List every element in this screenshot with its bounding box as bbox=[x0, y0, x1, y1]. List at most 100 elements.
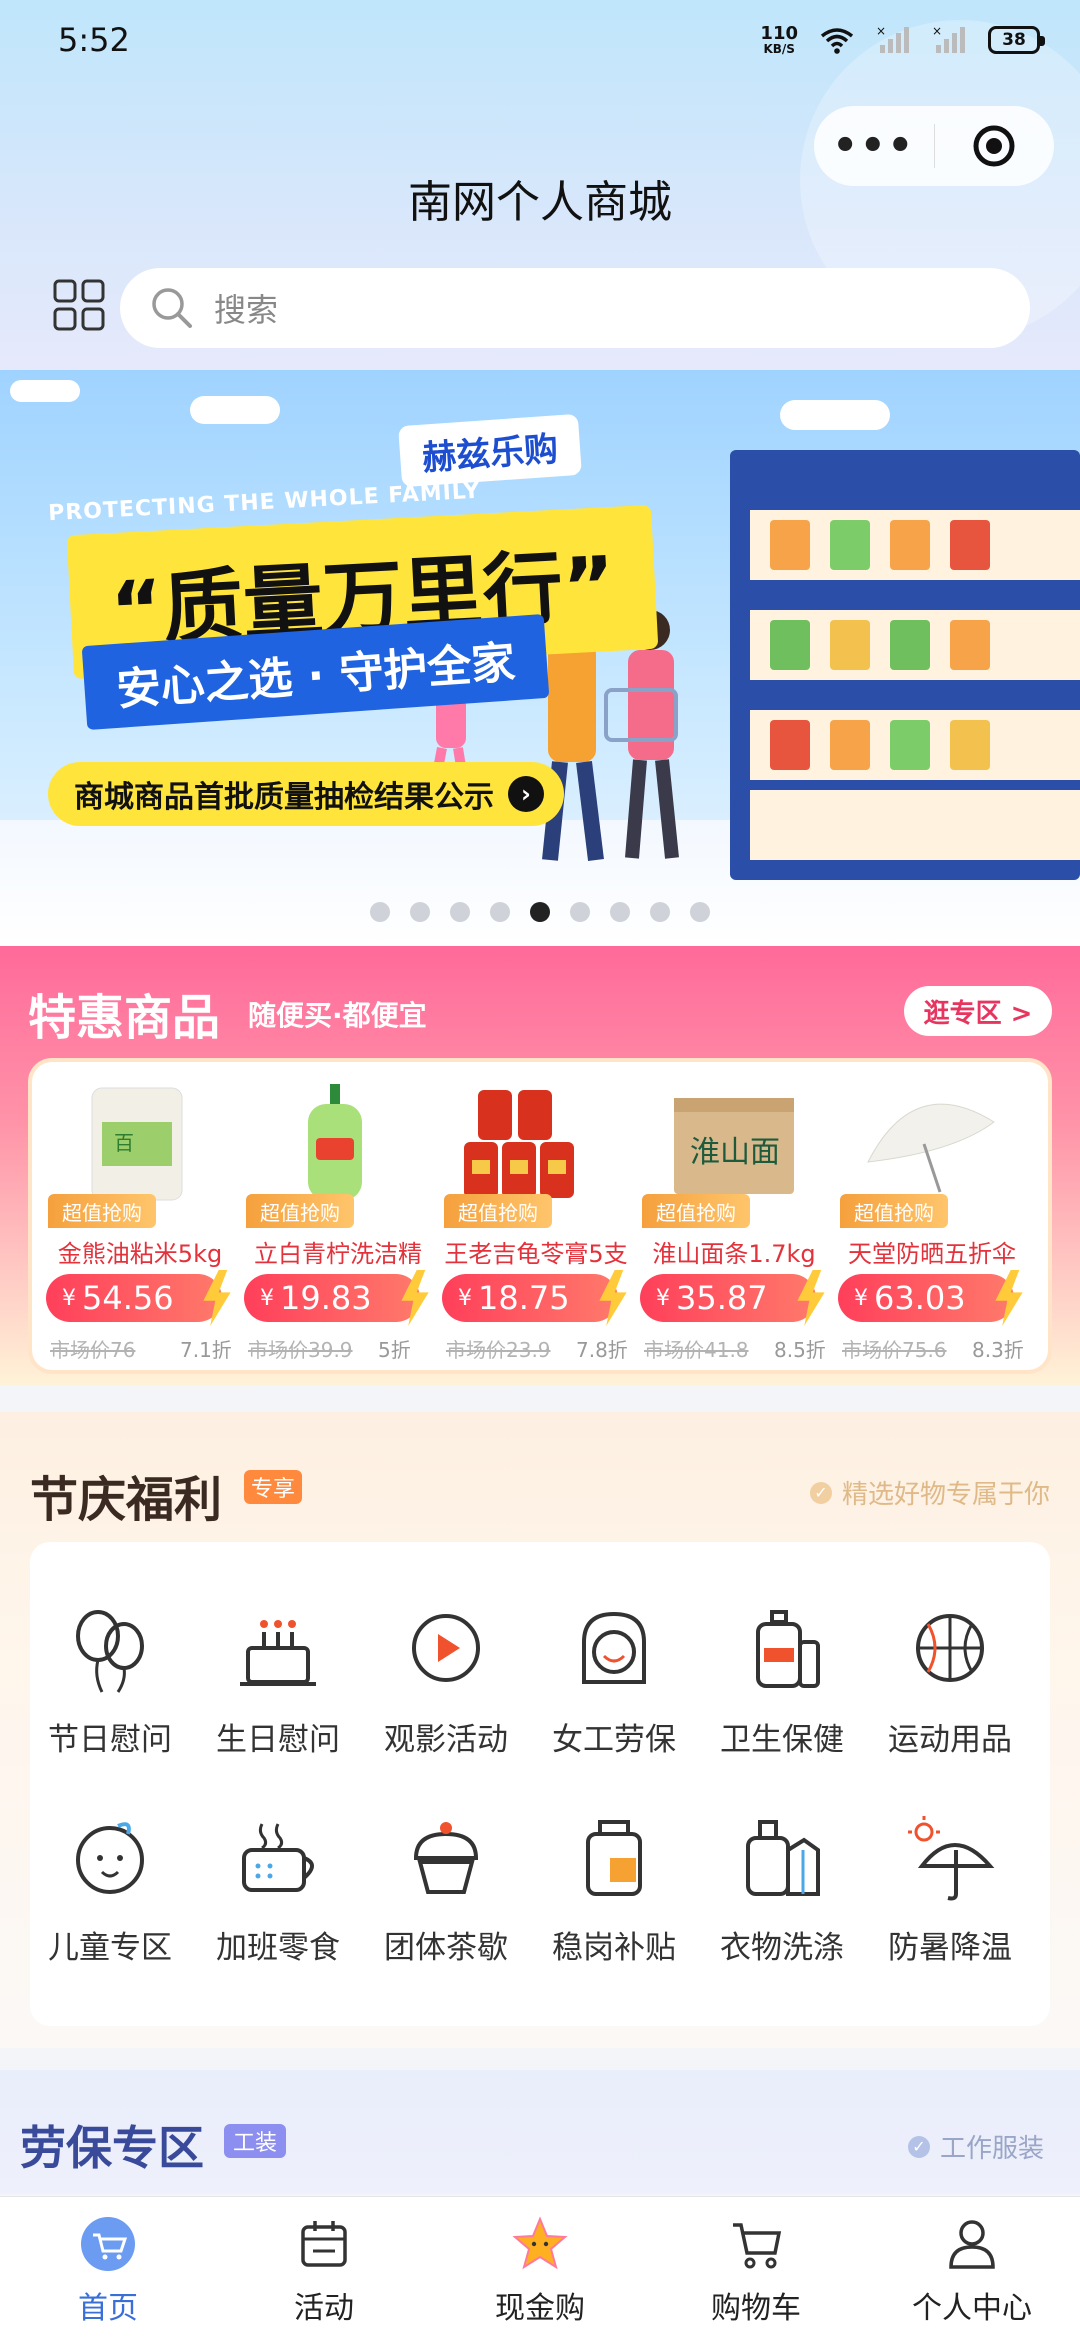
network-speed: 110 KB/S bbox=[760, 23, 798, 56]
discount-rate: 8.5折 bbox=[774, 1338, 826, 1362]
category-movie-activity[interactable]: 观影活动 bbox=[366, 1602, 526, 1772]
tab-activity[interactable]: 活动 bbox=[216, 2197, 432, 2340]
product-card[interactable]: 超值抢购 立白青柠洗洁精 ¥19.83 市场价39.9 5折 bbox=[238, 1062, 436, 1370]
pagination-dot[interactable] bbox=[450, 902, 470, 922]
category-festival-greetings[interactable]: 节日慰问 bbox=[30, 1602, 190, 1772]
signal-1-icon: × bbox=[876, 25, 909, 53]
balloons-icon bbox=[76, 1610, 144, 1693]
category-label: 团体茶歇 bbox=[384, 1930, 508, 1966]
pagination-dot[interactable] bbox=[370, 902, 390, 922]
category-female-labor[interactable]: 女工劳保 bbox=[534, 1602, 694, 1772]
tab-cart[interactable]: 购物车 bbox=[648, 2197, 864, 2340]
tab-cash-purchase[interactable]: 现金购 bbox=[432, 2197, 648, 2340]
category-laundry[interactable]: 衣物洗涤 bbox=[702, 1810, 862, 1980]
category-label: 节日慰问 bbox=[48, 1722, 172, 1758]
category-label: 稳岗补贴 bbox=[552, 1930, 676, 1966]
status-icons: 110 KB/S × × 38 bbox=[760, 23, 1045, 56]
category-sports-goods[interactable]: 运动用品 bbox=[870, 1602, 1030, 1772]
svg-text:淮山面: 淮山面 bbox=[690, 1135, 780, 1170]
wifi-icon bbox=[820, 28, 854, 54]
tab-label: 个人中心 bbox=[912, 2291, 1032, 2326]
home-cart-icon bbox=[81, 2217, 135, 2271]
search-icon bbox=[152, 288, 192, 328]
deals-subtitle: 随便买·都便宜 bbox=[248, 999, 427, 1032]
product-price: ¥19.83 bbox=[244, 1274, 420, 1322]
umbrella-image bbox=[867, 1103, 995, 1193]
product-card[interactable]: 超值抢购 王老吉龟苓膏5支 ¥18.75 市场价23.9 7.8折 bbox=[436, 1062, 634, 1370]
category-overtime-snacks[interactable]: 加班零食 bbox=[198, 1810, 358, 1980]
pagination-dot[interactable] bbox=[410, 902, 430, 922]
pagination-dot[interactable] bbox=[530, 902, 550, 922]
signal-2-icon: × bbox=[932, 25, 965, 53]
tab-label: 活动 bbox=[294, 2291, 354, 2326]
more-dots-icon[interactable]: ••• bbox=[814, 123, 934, 169]
deal-badge: 超值抢购 bbox=[444, 1194, 552, 1228]
battery-icon: 38 bbox=[988, 26, 1045, 54]
target-close-icon[interactable] bbox=[935, 123, 1055, 169]
product-price: ¥18.75 bbox=[442, 1274, 618, 1322]
category-group-tea-break[interactable]: 团体茶歇 bbox=[366, 1810, 526, 1980]
product-name: 金熊油粘米5kg bbox=[57, 1240, 223, 1268]
category-label: 观影活动 bbox=[384, 1722, 508, 1758]
product-name: 天堂防晒五折伞 bbox=[848, 1240, 1016, 1268]
noodle-box-image: 淮山面 bbox=[674, 1098, 794, 1194]
page-title: 南网个人商城 bbox=[408, 177, 672, 228]
network-speed-unit: KB/S bbox=[763, 42, 795, 56]
category-children-zone[interactable]: 儿童专区 bbox=[30, 1810, 190, 1980]
pagination-dot[interactable] bbox=[610, 902, 630, 922]
deals-more-button[interactable]: 逛专区 > bbox=[904, 986, 1052, 1036]
product-name: 淮山面条1.7kg bbox=[652, 1240, 816, 1268]
product-card[interactable]: 超值抢购 天堂防晒五折伞 ¥63.03 市场价75.6 8.3折 bbox=[832, 1062, 1030, 1370]
banner-pagination bbox=[0, 902, 1080, 922]
pagination-dot[interactable] bbox=[570, 902, 590, 922]
pagination-dot[interactable] bbox=[650, 902, 670, 922]
baby-face-icon bbox=[76, 1822, 144, 1894]
product-card[interactable]: 百 超值抢购 金熊油粘米5kg ¥54.56 市场价76 7.1折 bbox=[40, 1062, 238, 1370]
product-card[interactable]: 淮山面 超值抢购 淮山面条1.7kg ¥35.87 市场价41.8 8.5折 bbox=[634, 1062, 832, 1370]
category-heat-relief[interactable]: 防暑降温 bbox=[870, 1810, 1030, 1980]
category-hygiene-health[interactable]: 卫生保健 bbox=[702, 1602, 862, 1772]
market-price: 市场价75.6 bbox=[842, 1338, 947, 1362]
tab-profile[interactable]: 个人中心 bbox=[864, 2197, 1080, 2340]
pagination-dot[interactable] bbox=[490, 902, 510, 922]
deal-badge: 超值抢购 bbox=[48, 1194, 156, 1228]
status-bar: 5:52 110 KB/S × × 38 bbox=[0, 0, 1080, 80]
category-birthday-greetings[interactable]: 生日慰问 bbox=[198, 1602, 358, 1772]
network-speed-value: 110 bbox=[760, 23, 798, 44]
search-input[interactable]: 搜索 bbox=[120, 268, 1030, 348]
user-icon bbox=[949, 2220, 995, 2269]
play-video-icon bbox=[412, 1614, 480, 1682]
tab-home[interactable]: 首页 bbox=[0, 2197, 216, 2340]
tab-label: 现金购 bbox=[495, 2291, 585, 2326]
rice-bag-image: 百 bbox=[91, 1087, 183, 1201]
promo-banner[interactable]: 赫兹乐购 PROTECTING THE WHOLE FAMILY “质量万里行”… bbox=[0, 370, 1080, 946]
festival-note: ✓ 精选好物专属于你 bbox=[809, 1474, 1050, 1511]
category-label: 衣物洗涤 bbox=[720, 1930, 844, 1966]
sun-umbrella-icon bbox=[908, 1816, 995, 1901]
check-icon: ✓ bbox=[809, 1481, 832, 1504]
search-placeholder: 搜索 bbox=[214, 291, 279, 329]
detergent-bottle-image bbox=[308, 1084, 362, 1200]
deals-product-list: 百 超值抢购 金熊油粘米5kg ¥54.56 市场价76 7.1折 超值抢购 立… bbox=[28, 1058, 1052, 1374]
laundry-icon bbox=[746, 1820, 820, 1896]
calendar-icon bbox=[301, 2221, 347, 2267]
star-icon bbox=[512, 2216, 568, 2270]
category-label: 防暑降温 bbox=[888, 1930, 1012, 1966]
banner-brand: 赫兹乐购 bbox=[398, 413, 582, 488]
pagination-dot[interactable] bbox=[690, 902, 710, 922]
labor-protection-section: 劳保专区 工装 ✓ 工作服装 bbox=[0, 2070, 1080, 2194]
labor-title: 劳保专区 bbox=[20, 2121, 204, 2175]
festival-tag: 专享 bbox=[244, 1470, 302, 1504]
top-area: 5:52 110 KB/S × × 38 ••• 南网个人商城 搜索 bbox=[0, 0, 1080, 370]
product-name: 王老吉龟苓膏5支 bbox=[444, 1240, 628, 1268]
category-job-subsidy[interactable]: 稳岗补贴 bbox=[534, 1810, 694, 1980]
festival-title: 节庆福利 bbox=[30, 1472, 223, 1528]
status-time: 5:52 bbox=[58, 21, 130, 59]
labor-tag: 工装 bbox=[224, 2124, 286, 2158]
store-shelf-illustration bbox=[730, 450, 1080, 880]
category-label: 运动用品 bbox=[888, 1722, 1012, 1758]
category-grid-icon[interactable] bbox=[52, 278, 106, 332]
banner-cta-button[interactable]: 商城商品首批质量抽检结果公示 › bbox=[48, 762, 564, 826]
discount-rate: 5折 bbox=[378, 1338, 411, 1362]
woman-face-icon bbox=[582, 1611, 646, 1684]
